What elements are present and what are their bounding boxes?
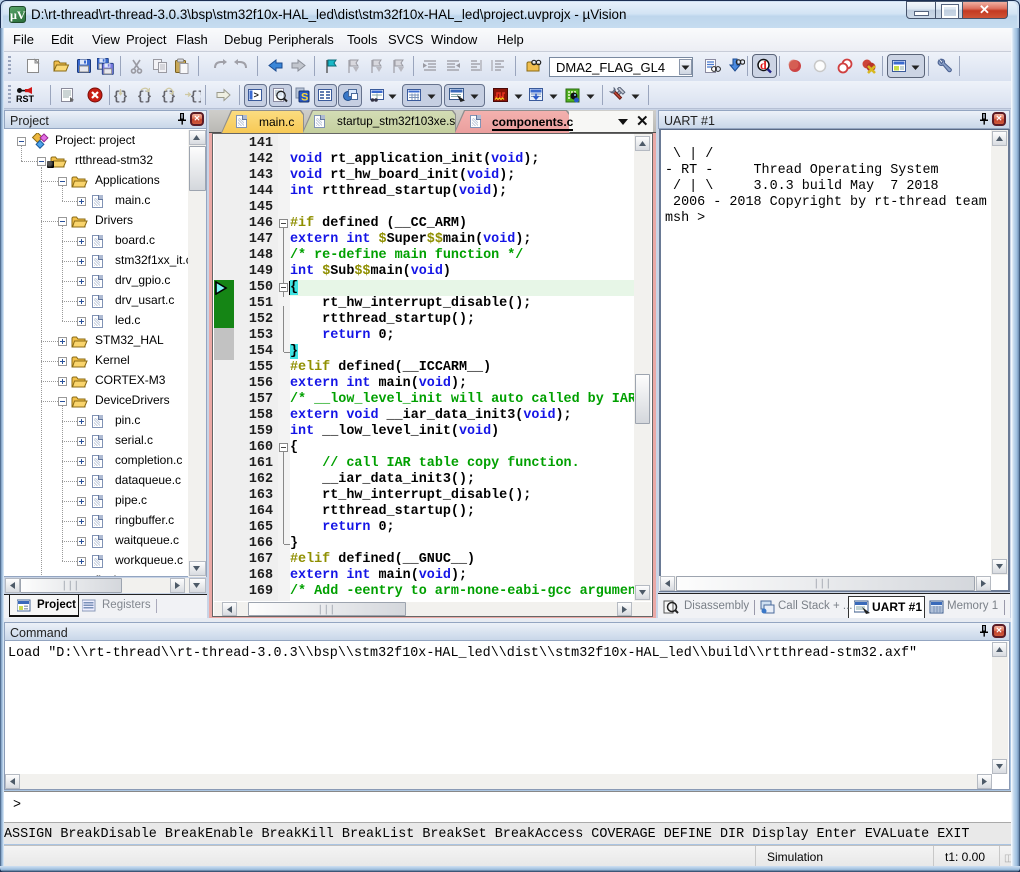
svg-text:d: d xyxy=(760,58,767,72)
